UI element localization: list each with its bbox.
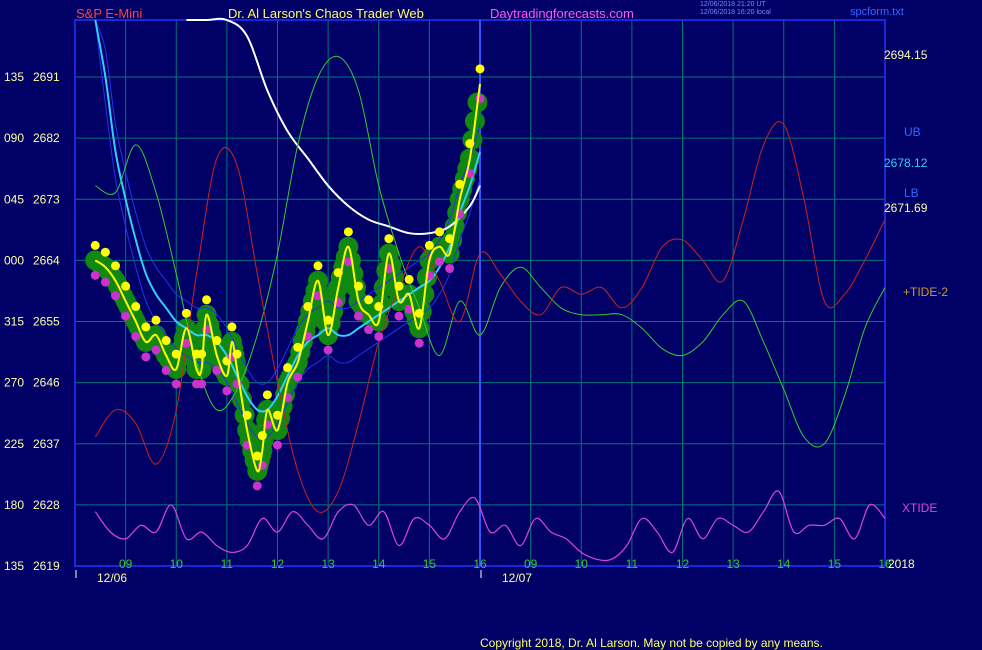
chaos-chart: 135 2691 090 2682 045 2673 000 2664 315 2655 270 26… [4,17,948,585]
low-dot [414,338,424,348]
tide-label: +TIDE-2 [903,285,948,299]
x-hour-label: 10 [170,557,184,571]
high-dot [404,274,414,284]
high-dot [227,322,237,332]
y-angle-label: 135 [4,70,24,84]
file-name: spcform.txt [850,6,904,18]
high-dot [90,240,100,250]
high-dot [161,336,171,346]
high-dot [384,234,394,244]
x-hour-label: 14 [777,557,791,571]
low-dot [111,291,120,301]
y-angle-label: 045 [4,192,24,206]
high-dot [131,302,141,312]
high-dot [121,281,131,291]
low-dot [364,325,374,335]
year-label: 2018 [888,557,915,571]
low-dot [197,379,207,389]
y-price-label: 2628 [33,498,60,512]
y-angle-label: 000 [4,253,24,267]
timestamp-local: 12/06/2018 16:20 local [700,9,771,16]
low-dot [323,345,333,355]
low-dot [293,372,303,382]
high-dot [435,227,444,237]
y-angle-label: 090 [4,131,24,145]
low-dot [161,365,171,375]
high-dot [100,247,110,257]
y-angle-label: 315 [4,315,24,329]
x-hour-label: 15 [828,557,842,571]
y-angle-label: 135 [4,559,24,573]
high-dot [257,431,267,441]
x-hour-label: 12 [676,557,690,571]
y-price-label: 2646 [33,376,60,390]
high-dot [141,322,151,332]
site-url-link[interactable]: Daytradingforecasts.com [490,6,634,21]
low-dot [121,311,131,321]
low-dot [252,481,262,491]
y-price-label: 2655 [33,315,60,329]
x-hour-label: 14 [372,557,386,571]
x-hour-label: 10 [575,557,589,571]
date-label: 12/06 [97,571,127,585]
high-dot [151,315,161,325]
date-label: 12/07 [502,571,532,585]
high-dot [262,390,272,400]
x-hour-label: 11 [626,557,639,571]
high-dot [181,308,191,318]
high-dot [202,295,212,305]
high-dot [364,295,374,305]
x-hour-label: 13 [321,557,335,571]
last-price-label: 2694.15 [884,48,928,62]
x-hour-label: 09 [119,557,133,571]
high-dot [475,64,485,74]
high-dot [343,227,353,237]
y-price-label: 2637 [33,437,60,451]
x-hour-label: 11 [221,557,234,571]
lb-value-label: 2671.69 [884,201,928,215]
y-angle-label: 270 [4,376,24,390]
x-hour-label: 09 [524,557,538,571]
high-dot [313,261,323,271]
x-hour-label: 13 [726,557,740,571]
y-angle-label: 180 [4,498,24,512]
y-price-label: 2691 [33,70,60,84]
high-dot [283,363,293,373]
low-dot [445,264,455,274]
y-price-label: 2673 [33,192,60,206]
y-price-label: 2682 [33,131,60,145]
low-dot [90,270,100,280]
symbol-label: S&P E-Mini [76,6,143,21]
low-dot [141,352,151,362]
y-price-label: 2619 [33,559,60,573]
low-dot [151,345,161,355]
copyright-notice: Copyright 2018, Dr. Al Larson. May not b… [480,636,823,650]
ub-value-label: 2678.12 [884,156,928,170]
high-dot [424,240,434,250]
low-dot [354,311,363,321]
y-angle-label: 225 [4,437,24,451]
high-dot [197,349,207,359]
x-hour-label: 16 [473,557,487,571]
xtide-label: XTIDE [902,501,937,515]
low-dot [394,311,404,321]
y-price-label: 2664 [33,253,60,267]
lb-label: LB [904,186,919,200]
timestamp-ut: 12/06/2018 21:20 UT [700,1,766,8]
x-hour-label: 15 [423,557,437,571]
ub-label: UB [904,125,921,139]
site-title: Dr. Al Larson's Chaos Trader Web [228,6,424,21]
low-dot [100,277,110,287]
high-dot [111,261,120,271]
low-dot [171,379,181,389]
x-hour-label: 12 [271,557,285,571]
low-dot [222,386,232,396]
low-dot [131,331,141,341]
low-dot [374,331,384,341]
low-dot [273,440,282,450]
low-dot [435,257,444,267]
